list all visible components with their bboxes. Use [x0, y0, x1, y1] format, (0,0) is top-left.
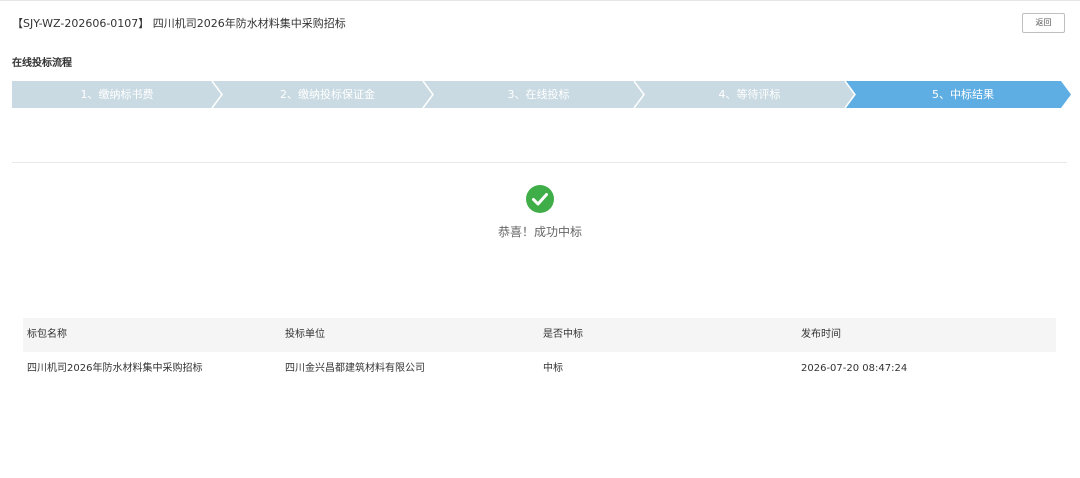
cell-won: 中标: [543, 363, 563, 374]
step-3[interactable]: 3、在线投标: [433, 81, 644, 108]
result-table: 标包名称 投标单位 是否中标 发布时间 四川机司2026年防水材料集中采购招标 …: [23, 318, 1056, 386]
back-button[interactable]: 返回: [1022, 13, 1065, 33]
cell-bidder: 四川金兴昌都建筑材料有限公司: [285, 363, 425, 374]
top-border: [0, 0, 1080, 1]
page-title: 【SJY-WZ-202606-0107】 四川机司2026年防水材料集中采购招标: [12, 17, 346, 30]
table-row: 四川机司2026年防水材料集中采购招标 四川金兴昌都建筑材料有限公司 中标 20…: [23, 352, 1056, 386]
column-header-won: 是否中标: [543, 329, 583, 340]
column-header-package-name: 标包名称: [27, 329, 67, 340]
table-header: 标包名称 投标单位 是否中标 发布时间: [23, 318, 1056, 352]
check-circle-icon: [526, 185, 554, 213]
section-divider: [12, 162, 1067, 163]
process-section-label: 在线投标流程: [12, 58, 72, 69]
process-steps: 1、缴纳标书费 2、缴纳投标保证金 3、在线投标 4、等待评标 5、中标结果: [12, 81, 1072, 108]
step-2[interactable]: 2、缴纳投标保证金: [222, 81, 433, 108]
success-message: 恭喜！成功中标: [497, 225, 582, 239]
column-header-bidder: 投标单位: [285, 329, 325, 340]
cell-publish-time: 2026-07-20 08:47:24: [801, 363, 908, 374]
cell-package-name: 四川机司2026年防水材料集中采购招标: [27, 363, 203, 374]
step-5-active[interactable]: 5、中标结果: [855, 81, 1071, 108]
column-header-publish-time: 发布时间: [801, 329, 841, 340]
step-1[interactable]: 1、缴纳标书费: [12, 81, 222, 108]
step-4[interactable]: 4、等待评标: [644, 81, 855, 108]
